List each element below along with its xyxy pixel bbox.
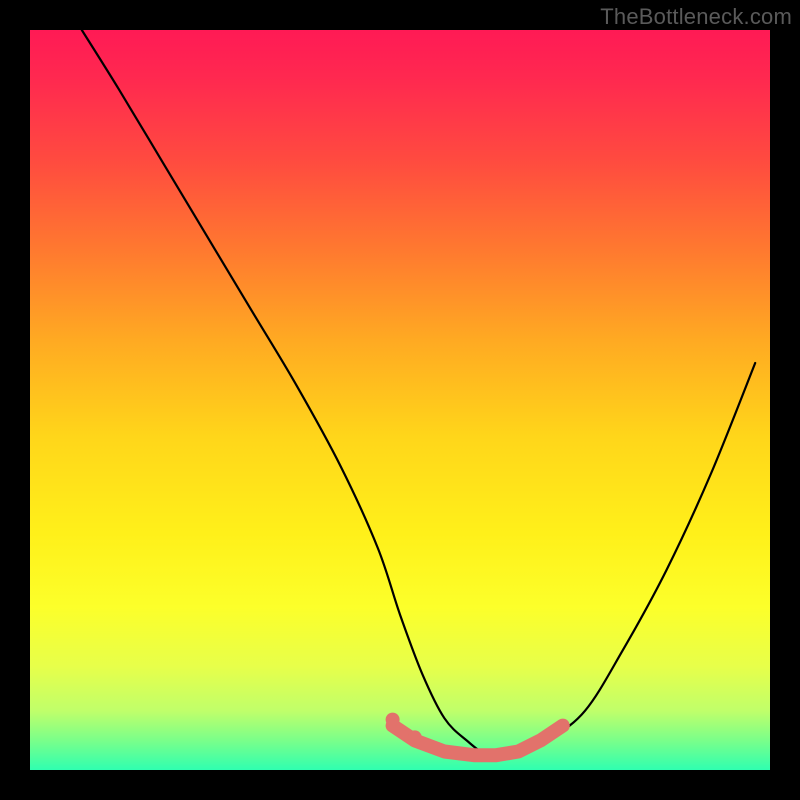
optimal-range-dots xyxy=(386,713,563,756)
curve-layer xyxy=(30,30,770,770)
chart-frame: TheBottleneck.com xyxy=(0,0,800,800)
watermark-label: TheBottleneck.com xyxy=(600,4,792,30)
optimal-dot xyxy=(408,730,422,744)
bottleneck-curve xyxy=(82,30,755,757)
optimal-dot xyxy=(386,713,400,727)
plot-area xyxy=(30,30,770,770)
